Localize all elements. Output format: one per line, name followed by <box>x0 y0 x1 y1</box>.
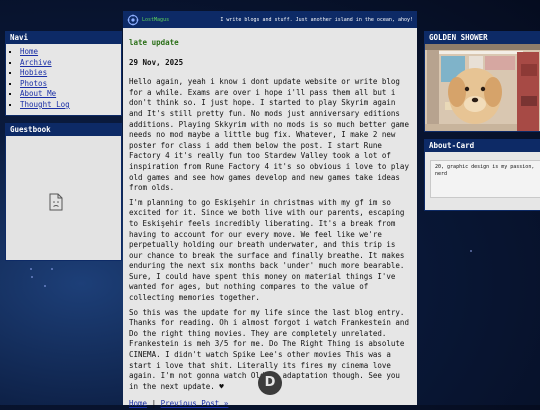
nav-link-archive[interactable]: Archive <box>20 58 52 67</box>
post-title: late update <box>129 38 179 47</box>
site-tagline: I write blogs and stuff. Just another is… <box>220 16 413 23</box>
golden-shower-panel: GOLDEN SHOWER <box>424 31 540 132</box>
about-card-text: 20, graphic design is my passion, nerd <box>430 160 540 198</box>
broken-image-icon <box>49 193 63 211</box>
about-card-title: About-Card <box>425 140 540 152</box>
post-content: late update 29 Nov, 2025 Hello again, ye… <box>123 28 417 409</box>
golden-retriever-fridge-photo <box>425 44 540 131</box>
golden-shower-title: GOLDEN SHOWER <box>425 32 540 44</box>
navi-title: Navi <box>6 32 121 44</box>
post-date: 29 Nov, 2025 <box>129 57 184 67</box>
navi-list: Home Archive Hobies Photos About Me Thou… <box>6 47 121 111</box>
post-paragraph: Hello again, yeah i know i dont update w… <box>129 77 409 193</box>
nav-link-thought-log[interactable]: Thought Log <box>20 100 70 109</box>
previous-post-link[interactable]: Previous Post » <box>161 399 229 408</box>
disqus-icon[interactable]: D <box>258 371 282 395</box>
post-nav-home-link[interactable]: Home <box>129 399 147 408</box>
nav-link-photos[interactable]: Photos <box>20 79 47 88</box>
about-card-panel: About-Card 20, graphic design is my pass… <box>424 139 540 211</box>
nav-link-home[interactable]: Home <box>20 47 38 56</box>
post-paragraph: I'm planning to go Eskişehir in christma… <box>129 197 405 303</box>
guestbook-title: Guestbook <box>6 124 121 136</box>
site-name[interactable]: LostMagus <box>142 17 169 23</box>
post-nav-separator: | <box>151 399 157 409</box>
nav-link-hobies[interactable]: Hobies <box>20 68 47 77</box>
site-header: LostMagus I write blogs and stuff. Just … <box>123 11 417 28</box>
guestbook-frame[interactable] <box>6 136 121 260</box>
gear-flower-icon[interactable] <box>127 14 139 26</box>
nav-link-about-me[interactable]: About Me <box>20 89 56 98</box>
navi-panel: Navi Home Archive Hobies Photos About Me… <box>5 31 122 116</box>
guestbook-panel: Guestbook <box>5 123 122 261</box>
